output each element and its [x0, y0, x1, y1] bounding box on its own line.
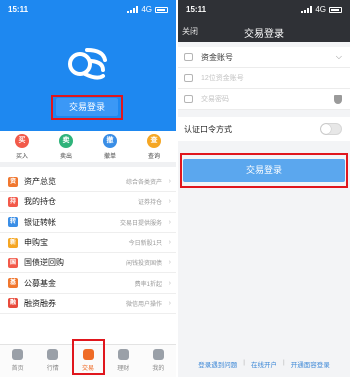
chevron-right-icon: ›	[168, 279, 171, 287]
toggle-knob	[321, 124, 331, 134]
status-time: 15:11	[186, 5, 207, 14]
transfer-icon: 转	[8, 217, 18, 228]
menu-item-positions[interactable]: 持 我的持仓 证券持仓 ›	[0, 192, 176, 213]
shield-icon[interactable]	[334, 94, 342, 104]
account-placeholder: 12位资金账号	[201, 75, 244, 82]
trade-menu-list: 资 资产总览 综合各类资产 › 持 我的持仓 证券持仓 › 转 银证转帐 交易日…	[0, 172, 176, 315]
quick-action-buy[interactable]: 买 买入	[7, 131, 37, 162]
menu-item-margin-trading[interactable]: 融 融资融券 微信用户操作 ›	[0, 294, 176, 315]
auth-token-toggle[interactable]	[320, 123, 342, 135]
chart-icon	[47, 349, 59, 360]
chevron-right-icon: ›	[168, 299, 171, 307]
network-label: 4G	[315, 5, 326, 14]
highlight-box-login	[51, 95, 123, 120]
menu-item-asset-overview[interactable]: 资 资产总览 综合各类资产 ›	[0, 172, 176, 193]
cancel-order-icon: 撤	[103, 134, 117, 148]
quick-action-sell[interactable]: 卖 卖出	[51, 131, 81, 162]
asset-icon: 资	[8, 176, 18, 187]
tab-home[interactable]: 首页	[0, 345, 35, 377]
new-stock-icon: 新	[8, 237, 18, 248]
menu-item-reverse-repo[interactable]: 国 国债逆回购 闲钱投资国债 ›	[0, 253, 176, 274]
menu-item-mutual-fund[interactable]: 基 公募基金 费率1折起 ›	[0, 273, 176, 294]
bond-icon: 国	[8, 257, 18, 268]
chevron-right-icon: ›	[168, 239, 171, 247]
home-icon	[12, 349, 24, 360]
highlight-box-submit	[180, 153, 348, 188]
user-icon	[184, 74, 193, 82]
quick-actions: 买 买入 卖 卖出 撤 撤单 查 查询	[0, 131, 176, 167]
wallet-icon	[117, 349, 129, 360]
account-input[interactable]: 12位资金账号	[178, 68, 350, 89]
tab-market[interactable]: 行情	[35, 345, 70, 377]
status-bar: 15:11 4G	[178, 0, 350, 18]
tab-wealth[interactable]: 理财	[106, 345, 141, 377]
login-header: 15:11 4G 关闭 交易登录	[178, 0, 350, 42]
open-account-link[interactable]: 在线开户	[251, 359, 277, 369]
signal-bars-icon	[301, 6, 313, 13]
quick-action-query[interactable]: 查 查询	[139, 131, 169, 162]
menu-item-bank-transfer[interactable]: 转 银证转帐 交易日提供服务 ›	[0, 213, 176, 233]
help-links: 登录遇到问题 | 在线开户 | 开通面容登录	[198, 359, 330, 369]
status-bar: 15:11 4G	[0, 0, 176, 18]
login-form: 资金账号 ⌵ 12位资金账号 交易密码	[178, 47, 350, 110]
status-time: 15:11	[8, 5, 29, 14]
battery-icon	[329, 6, 342, 13]
user-icon	[152, 349, 164, 360]
chevron-right-icon: ›	[168, 218, 171, 226]
trade-home-screen: 15:11 4G 交易登录 买 买入 卖 卖出 撤 撤单 查 查询 资 资产总览…	[0, 0, 176, 377]
id-card-icon	[184, 53, 193, 61]
margin-icon: 融	[8, 298, 18, 309]
page-title: 交易登录	[244, 29, 284, 40]
fund-icon: 基	[8, 278, 18, 289]
highlight-box-trade-tab	[72, 339, 105, 375]
trade-login-screen: 15:11 4G 关闭 交易登录 资金账号 ⌵ 12位资金账号 交易密码 认证口…	[178, 0, 350, 377]
password-input[interactable]: 交易密码	[178, 89, 350, 110]
auth-token-row: 认证口令方式	[178, 117, 350, 141]
chevron-right-icon: ›	[168, 198, 171, 206]
query-icon: 查	[147, 134, 161, 148]
lock-icon	[184, 95, 193, 103]
tab-mine[interactable]: 我的	[141, 345, 176, 377]
face-login-link[interactable]: 开通面容登录	[291, 359, 330, 369]
swirl-logo-icon	[68, 48, 107, 80]
menu-item-ipo-subscribe[interactable]: 新 申购宝 今日新股1只 ›	[0, 233, 176, 254]
login-problem-link[interactable]: 登录遇到问题	[198, 359, 237, 369]
chevron-down-icon: ⌵	[335, 52, 342, 61]
auth-token-label: 认证口令方式	[184, 124, 232, 134]
quick-action-cancel[interactable]: 撤 撤单	[95, 131, 125, 162]
buy-icon: 买	[15, 134, 29, 148]
position-icon: 持	[8, 196, 18, 207]
signal-bars-icon	[127, 6, 139, 13]
chevron-right-icon: ›	[168, 259, 171, 267]
chevron-right-icon: ›	[168, 178, 171, 186]
password-placeholder: 交易密码	[201, 96, 229, 103]
sell-icon: 卖	[59, 134, 73, 148]
account-type-select[interactable]: 资金账号 ⌵	[178, 47, 350, 68]
network-label: 4G	[141, 5, 152, 14]
battery-icon	[155, 6, 168, 13]
